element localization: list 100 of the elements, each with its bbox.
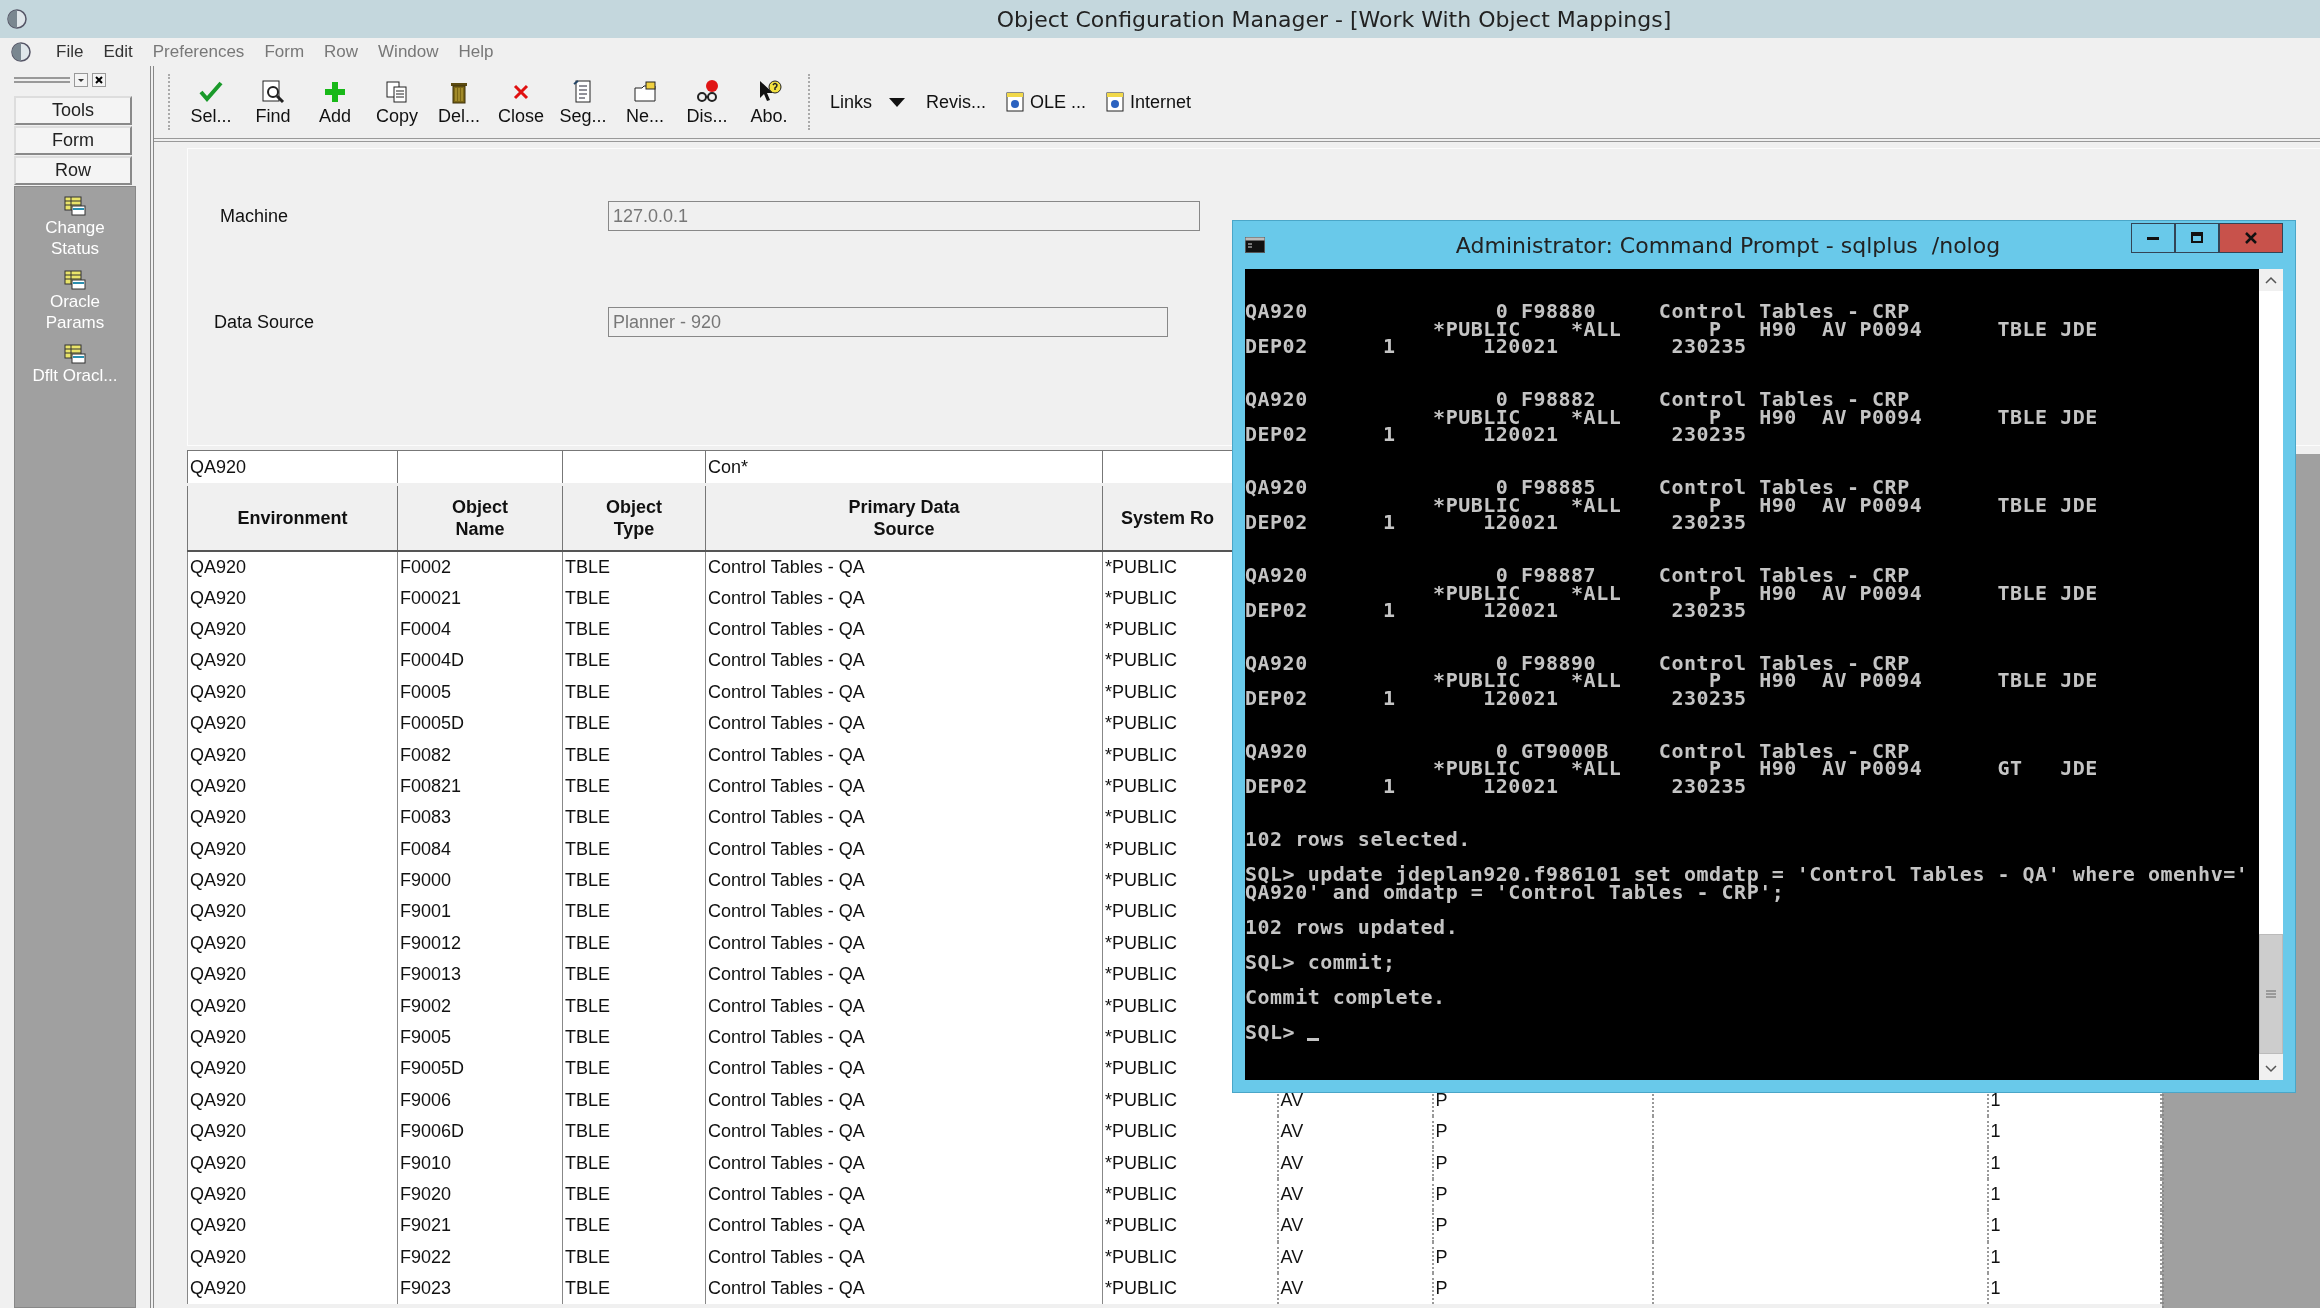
minimize-button[interactable] [2131,223,2175,253]
table-cell: QA920 [190,1027,247,1049]
table-cell: F0005 [400,681,452,703]
table-cell: TBLE [565,964,611,986]
table-cell: *PUBLIC [1105,650,1178,672]
table-cell: TBLE [565,995,611,1017]
toolbar-link[interactable]: Internet [1096,91,1202,113]
console-line: QA920 0 F98880 Control Tables - CRP [1245,303,1910,321]
toolbar-button[interactable]: Add [304,77,366,127]
console-line: DEP02 1 120021 230235 [1245,514,1748,532]
close-button[interactable] [2219,223,2283,253]
table-cell: Control Tables - QA [708,587,865,609]
table-cell: Control Tables - QA [708,1184,865,1205]
table-cell: F9023 [400,1278,452,1300]
toolbar-link[interactable]: Revis... [916,91,997,113]
table-cell: F90013 [400,964,462,986]
field-label: Data Source [214,311,316,333]
table-cell: Control Tables - QA [708,964,865,986]
console-line: 102 rows updated. [1245,918,1460,937]
table-cell: AV [1280,1121,1304,1143]
toolbar-button[interactable]: Seg... [552,77,614,127]
table-icon [64,343,86,365]
table-cell: QA920 [190,807,247,829]
scrollbar-thumb[interactable] [2259,934,2283,1054]
scrollbar[interactable] [2259,269,2283,1080]
table-cell: *PUBLIC [1105,1184,1178,1205]
console-line: *PUBLIC *ALL P H90 AV P0094 TBLE JDE [1432,672,2099,691]
toolbar-button[interactable]: Close [490,77,552,127]
table-cell: TBLE [565,1027,611,1049]
table-cell: F00821 [400,775,462,797]
table-cell: P [1435,1089,1448,1111]
table-cell: *PUBLIC [1105,1058,1178,1080]
close-icon[interactable] [92,73,106,87]
toolbar-button[interactable]: Copy [366,77,428,127]
table-cell: TBLE [565,932,611,954]
console-line: *PUBLIC *ALL P H90 AV P0094 TBLE JDE [1432,320,2099,339]
maximize-button[interactable] [2175,223,2219,253]
table-cell: *PUBLIC [1105,1089,1178,1111]
table-cell: QA920 [190,995,247,1017]
table-cell: *PUBLIC [1105,587,1178,609]
table-cell: AV [1280,1278,1304,1300]
sidebar-tab[interactable]: Tools [14,96,132,125]
table-cell: 1 [1990,1246,2001,1268]
table-cell: F9020 [400,1184,452,1205]
panel-grip [14,75,70,85]
column-header[interactable]: Environment [237,507,348,529]
table-cell: F9000 [400,870,452,892]
toolbar-button[interactable]: Find [242,77,304,127]
table-cell: *PUBLIC [1105,713,1178,735]
sidebar-tab[interactable]: Row [14,156,132,185]
table-cell: P [1435,1278,1448,1300]
table-cell: F0084 [400,838,452,860]
table-cell: QA920 [190,838,247,860]
toolbar-link[interactable]: OLE ... [996,91,1097,113]
table-cell: *PUBLIC [1105,932,1178,954]
text-field[interactable]: Planner - 920 [608,307,1168,337]
table-cell: TBLE [565,650,611,672]
table-cell: TBLE [565,807,611,829]
console-line: QA920 0 F98882 Control Tables - CRP [1245,390,1910,409]
document-icon [1006,92,1025,112]
console-line: SQL> update jdeplan920.f986101 set omdatp = 'Control Tables - QA' where omenhv=' [1245,866,2250,884]
table-cell: TBLE [565,1152,611,1174]
table-cell: *PUBLIC [1105,807,1178,829]
menu-item[interactable]: Edit [93,42,143,62]
field-label: Machine [220,205,290,227]
menu-item[interactable]: File [46,42,94,62]
table-cell: F00021 [400,587,462,609]
text-field[interactable]: 127.0.0.1 [608,201,1200,231]
toolbar-button[interactable]: Dis... [676,77,738,127]
table-cell: Control Tables - QA [708,1058,865,1080]
toolbar-button[interactable]: Del... [428,77,490,127]
console-line: QA920 0 GT9000B Control Tables - CRP [1245,742,1910,761]
table-cell: P [1435,1246,1448,1268]
table-cell: *PUBLIC [1105,901,1178,923]
console-line: QA920 0 F98887 Control Tables - CRP [1245,566,1910,585]
table-cell: *PUBLIC [1105,1121,1178,1143]
toolbar-button[interactable]: Abo. [738,77,800,127]
table-cell: QA920 [190,1121,247,1143]
table-cell: QA920 [190,556,247,578]
table-cell: Control Tables - QA [708,901,865,923]
table-cell: F0004D [400,650,465,672]
console-line: DEP02 1 120021 230235 [1245,778,1748,796]
table-cell: QA920 [190,1246,247,1268]
table-cell: *PUBLIC [1105,681,1178,703]
caret-icon [888,96,907,108]
table-cell: F0004 [400,618,452,640]
table-cell: AV [1280,1089,1304,1111]
dropdown-button[interactable] [74,73,88,87]
table-cell: QA920 [190,1058,247,1080]
toolbar-button[interactable]: Ne... [614,77,676,127]
links-menu[interactable]: Links [820,91,917,113]
sidebar-tab[interactable]: Form [14,126,132,155]
column-header[interactable]: System Ro [1121,507,1215,529]
table-cell: TBLE [565,744,611,766]
toolbar-button[interactable]: Sel... [180,77,242,127]
table-cell: TBLE [565,681,611,703]
table-cell: Control Tables - QA [708,618,865,640]
table-cell: Control Tables - QA [708,870,865,892]
console-line: DEP02 1 120021 230235 [1245,426,1748,444]
table-cell: F90012 [400,932,462,954]
